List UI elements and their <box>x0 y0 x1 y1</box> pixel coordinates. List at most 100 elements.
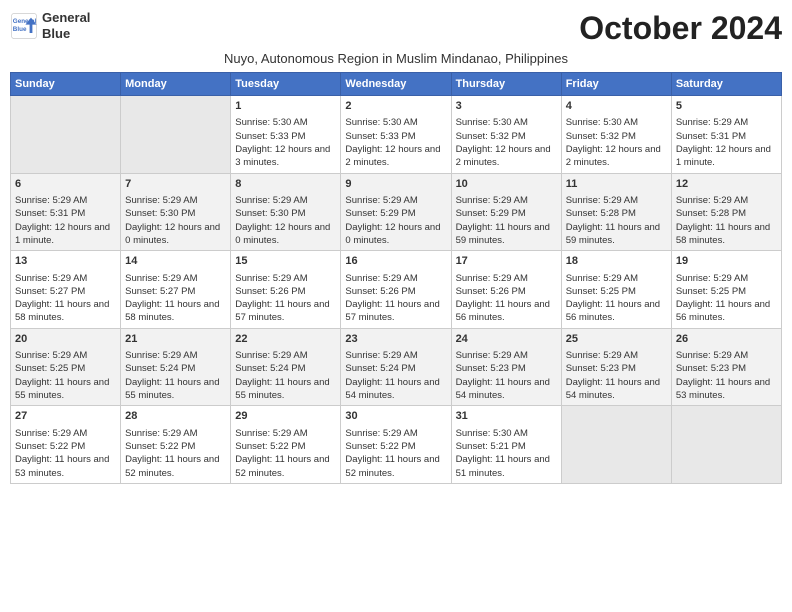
day-info: Sunrise: 5:29 AM Sunset: 5:26 PM Dayligh… <box>235 272 336 325</box>
calendar-week-row: 6 Sunrise: 5:29 AM Sunset: 5:31 PM Daylig… <box>11 173 782 251</box>
calendar-cell: 9 Sunrise: 5:29 AM Sunset: 5:29 PM Daylig… <box>341 173 451 251</box>
day-info: Sunrise: 5:30 AM Sunset: 5:32 PM Dayligh… <box>566 116 667 169</box>
day-number: 31 <box>456 409 557 424</box>
calendar-cell: 4 Sunrise: 5:30 AM Sunset: 5:32 PM Daylig… <box>561 96 671 174</box>
calendar-cell: 13 Sunrise: 5:29 AM Sunset: 5:27 PM Dayli… <box>11 251 121 329</box>
day-info: Sunrise: 5:29 AM Sunset: 5:23 PM Dayligh… <box>456 349 557 402</box>
day-info: Sunrise: 5:29 AM Sunset: 5:25 PM Dayligh… <box>15 349 116 402</box>
day-info: Sunrise: 5:30 AM Sunset: 5:33 PM Dayligh… <box>345 116 446 169</box>
day-info: Sunrise: 5:29 AM Sunset: 5:24 PM Dayligh… <box>345 349 446 402</box>
calendar-cell: 18Sunrise: 5:29 AM Sunset: 5:25 PM Dayli… <box>561 251 671 329</box>
day-of-week-header: Monday <box>121 73 231 96</box>
calendar-cell: 24Sunrise: 5:29 AM Sunset: 5:23 PM Dayli… <box>451 328 561 406</box>
svg-text:Blue: Blue <box>13 25 27 32</box>
calendar-table: SundayMondayTuesdayWednesdayThursdayFrid… <box>10 72 782 484</box>
day-of-week-header: Friday <box>561 73 671 96</box>
day-number: 12 <box>676 177 777 192</box>
calendar-cell: 3Sunrise: 5:30 AM Sunset: 5:32 PM Daylig… <box>451 96 561 174</box>
calendar-week-row: 27 Sunrise: 5:29 AM Sunset: 5:22 PM Dayli… <box>11 406 782 484</box>
day-number: 13 <box>15 254 116 269</box>
calendar-cell: 30 Sunrise: 5:29 AM Sunset: 5:22 PM Dayli… <box>341 406 451 484</box>
day-number: 10 <box>456 177 557 192</box>
day-info: Sunrise: 5:29 AM Sunset: 5:25 PM Dayligh… <box>676 272 777 325</box>
day-number: 8 <box>235 177 336 192</box>
day-number: 4 <box>566 99 667 114</box>
day-number: 25 <box>566 332 667 347</box>
logo: General Blue General Blue <box>10 10 90 41</box>
day-number: 16 <box>345 254 446 269</box>
day-of-week-header: Tuesday <box>231 73 341 96</box>
calendar-cell: 23 Sunrise: 5:29 AM Sunset: 5:24 PM Dayli… <box>341 328 451 406</box>
day-info: Sunrise: 5:30 AM Sunset: 5:33 PM Dayligh… <box>235 116 336 169</box>
day-number: 14 <box>125 254 226 269</box>
subtitle: Nuyo, Autonomous Region in Muslim Mindan… <box>10 51 782 66</box>
day-info: Sunrise: 5:29 AM Sunset: 5:24 PM Dayligh… <box>235 349 336 402</box>
day-number: 28 <box>125 409 226 424</box>
day-number: 27 <box>15 409 116 424</box>
day-number: 30 <box>345 409 446 424</box>
calendar-cell: 1 Sunrise: 5:30 AM Sunset: 5:33 PM Daylig… <box>231 96 341 174</box>
day-number: 6 <box>15 177 116 192</box>
day-info: Sunrise: 5:29 AM Sunset: 5:31 PM Dayligh… <box>676 116 777 169</box>
day-info: Sunrise: 5:29 AM Sunset: 5:22 PM Dayligh… <box>125 427 226 480</box>
calendar-cell: 12 Sunrise: 5:29 AM Sunset: 5:28 PM Dayli… <box>671 173 781 251</box>
calendar-cell: 29Sunrise: 5:29 AM Sunset: 5:22 PM Dayli… <box>231 406 341 484</box>
day-number: 5 <box>676 99 777 114</box>
calendar-cell <box>561 406 671 484</box>
day-number: 20 <box>15 332 116 347</box>
day-info: Sunrise: 5:29 AM Sunset: 5:22 PM Dayligh… <box>345 427 446 480</box>
day-number: 11 <box>566 177 667 192</box>
logo-icon: General Blue <box>10 12 38 40</box>
day-number: 22 <box>235 332 336 347</box>
day-info: Sunrise: 5:29 AM Sunset: 5:28 PM Dayligh… <box>566 194 667 247</box>
calendar-cell <box>11 96 121 174</box>
month-title: October 2024 <box>579 10 782 47</box>
day-info: Sunrise: 5:29 AM Sunset: 5:27 PM Dayligh… <box>15 272 116 325</box>
calendar-week-row: 20 Sunrise: 5:29 AM Sunset: 5:25 PM Dayli… <box>11 328 782 406</box>
day-info: Sunrise: 5:29 AM Sunset: 5:30 PM Dayligh… <box>125 194 226 247</box>
calendar-cell: 8Sunrise: 5:29 AM Sunset: 5:30 PM Daylig… <box>231 173 341 251</box>
calendar-cell <box>671 406 781 484</box>
calendar-cell: 14 Sunrise: 5:29 AM Sunset: 5:27 PM Dayli… <box>121 251 231 329</box>
calendar-cell: 11 Sunrise: 5:29 AM Sunset: 5:28 PM Dayli… <box>561 173 671 251</box>
calendar-week-row: 13 Sunrise: 5:29 AM Sunset: 5:27 PM Dayli… <box>11 251 782 329</box>
calendar-cell: 10Sunrise: 5:29 AM Sunset: 5:29 PM Dayli… <box>451 173 561 251</box>
calendar-cell: 6 Sunrise: 5:29 AM Sunset: 5:31 PM Daylig… <box>11 173 121 251</box>
day-number: 9 <box>345 177 446 192</box>
day-info: Sunrise: 5:29 AM Sunset: 5:31 PM Dayligh… <box>15 194 116 247</box>
day-number: 21 <box>125 332 226 347</box>
calendar-cell: 5 Sunrise: 5:29 AM Sunset: 5:31 PM Daylig… <box>671 96 781 174</box>
day-of-week-header: Sunday <box>11 73 121 96</box>
day-info: Sunrise: 5:29 AM Sunset: 5:29 PM Dayligh… <box>345 194 446 247</box>
day-number: 23 <box>345 332 446 347</box>
day-info: Sunrise: 5:29 AM Sunset: 5:23 PM Dayligh… <box>676 349 777 402</box>
day-number: 1 <box>235 99 336 114</box>
calendar-cell: 21 Sunrise: 5:29 AM Sunset: 5:24 PM Dayli… <box>121 328 231 406</box>
calendar-cell: 17Sunrise: 5:29 AM Sunset: 5:26 PM Dayli… <box>451 251 561 329</box>
calendar-cell: 15 Sunrise: 5:29 AM Sunset: 5:26 PM Dayli… <box>231 251 341 329</box>
calendar-cell: 27 Sunrise: 5:29 AM Sunset: 5:22 PM Dayli… <box>11 406 121 484</box>
day-info: Sunrise: 5:30 AM Sunset: 5:21 PM Dayligh… <box>456 427 557 480</box>
day-info: Sunrise: 5:29 AM Sunset: 5:26 PM Dayligh… <box>345 272 446 325</box>
calendar-cell: 28 Sunrise: 5:29 AM Sunset: 5:22 PM Dayli… <box>121 406 231 484</box>
calendar-cell: 31 Sunrise: 5:30 AM Sunset: 5:21 PM Dayli… <box>451 406 561 484</box>
calendar-header-row: SundayMondayTuesdayWednesdayThursdayFrid… <box>11 73 782 96</box>
header: General Blue General Blue October 2024 <box>10 10 782 47</box>
day-info: Sunrise: 5:29 AM Sunset: 5:22 PM Dayligh… <box>235 427 336 480</box>
day-info: Sunrise: 5:29 AM Sunset: 5:22 PM Dayligh… <box>15 427 116 480</box>
calendar-cell: 16 Sunrise: 5:29 AM Sunset: 5:26 PM Dayli… <box>341 251 451 329</box>
day-number: 3 <box>456 99 557 114</box>
day-number: 15 <box>235 254 336 269</box>
day-info: Sunrise: 5:29 AM Sunset: 5:28 PM Dayligh… <box>676 194 777 247</box>
day-number: 19 <box>676 254 777 269</box>
day-number: 26 <box>676 332 777 347</box>
day-info: Sunrise: 5:29 AM Sunset: 5:24 PM Dayligh… <box>125 349 226 402</box>
calendar-cell: 2 Sunrise: 5:30 AM Sunset: 5:33 PM Daylig… <box>341 96 451 174</box>
day-number: 2 <box>345 99 446 114</box>
day-number: 7 <box>125 177 226 192</box>
calendar-cell: 26 Sunrise: 5:29 AM Sunset: 5:23 PM Dayli… <box>671 328 781 406</box>
calendar-week-row: 1 Sunrise: 5:30 AM Sunset: 5:33 PM Daylig… <box>11 96 782 174</box>
calendar-cell: 22 Sunrise: 5:29 AM Sunset: 5:24 PM Dayli… <box>231 328 341 406</box>
day-info: Sunrise: 5:29 AM Sunset: 5:27 PM Dayligh… <box>125 272 226 325</box>
day-info: Sunrise: 5:29 AM Sunset: 5:26 PM Dayligh… <box>456 272 557 325</box>
